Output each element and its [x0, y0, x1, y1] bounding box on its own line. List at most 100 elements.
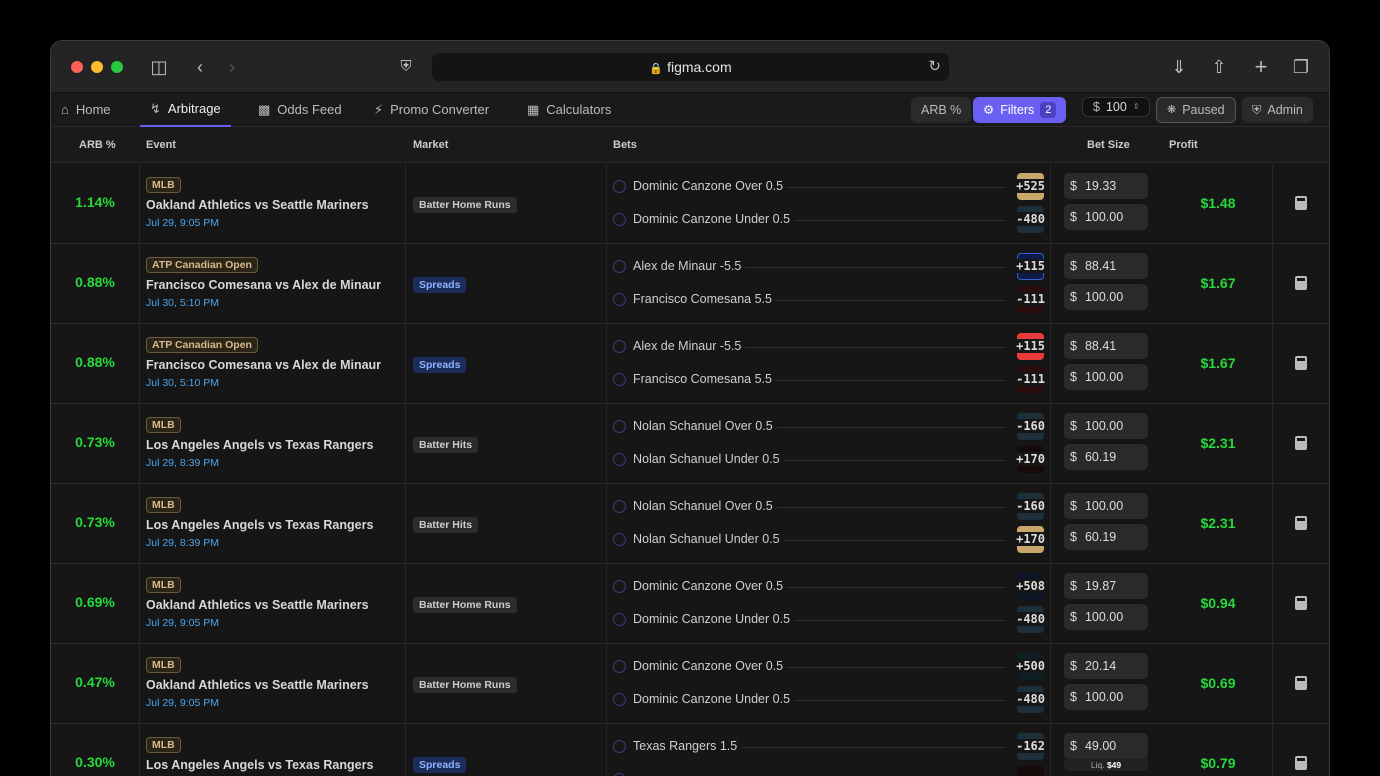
- bet-size-input[interactable]: $100.00: [1064, 204, 1148, 230]
- calculator-icon[interactable]: [1295, 596, 1307, 610]
- bet-line[interactable]: Dominic Canzone Over 0.5 +525: [613, 177, 1045, 197]
- bet-line[interactable]: Nolan Schanuel Under 0.5 +170: [613, 530, 1045, 550]
- sidebar-toggle-icon[interactable]: ◫: [149, 55, 169, 79]
- bet-size-input[interactable]: $19.87: [1064, 573, 1148, 599]
- minimize-window-button[interactable]: [91, 61, 103, 73]
- bet-select-radio[interactable]: [613, 613, 626, 626]
- bet-line[interactable]: Dominic Canzone Under 0.5 -480: [613, 610, 1045, 630]
- bet-select-radio[interactable]: [613, 420, 626, 433]
- filters-button[interactable]: ⚙ Filters 2: [973, 97, 1067, 123]
- bet-size-input[interactable]: $49.00: [1064, 733, 1148, 759]
- event-name[interactable]: Oakland Athletics vs Seattle Mariners: [146, 598, 369, 612]
- tab-odds-feed[interactable]: ▩ Odds Feed: [248, 93, 352, 127]
- event-name[interactable]: Francisco Comesana vs Alex de Minaur: [146, 278, 381, 292]
- tab-arbitrage[interactable]: ↯ Arbitrage: [140, 93, 231, 127]
- bet-select-radio[interactable]: [613, 693, 626, 706]
- calculator-icon[interactable]: [1295, 436, 1307, 450]
- event-name[interactable]: Los Angeles Angels vs Texas Rangers: [146, 438, 373, 452]
- bet-size-input[interactable]: $100.00: [1064, 284, 1148, 310]
- shield-icon[interactable]: ⛨: [397, 55, 415, 79]
- address-bar[interactable]: 🔒 figma.com ↻: [432, 53, 949, 81]
- league-badge: MLB: [146, 657, 181, 673]
- bet-line[interactable]: Nolan Schanuel Over 0.5 -160: [613, 417, 1045, 437]
- event-name[interactable]: Los Angeles Angels vs Texas Rangers: [146, 518, 373, 532]
- bet-size-input[interactable]: $60.19: [1064, 444, 1148, 470]
- calculator-icon[interactable]: [1295, 676, 1307, 690]
- bet-size-input[interactable]: $88.41: [1064, 333, 1148, 359]
- currency-symbol: $: [1070, 450, 1077, 464]
- calculator-icon[interactable]: [1295, 356, 1307, 370]
- header-profit[interactable]: Profit: [1169, 139, 1198, 151]
- bet-size-input[interactable]: $100.00: [1064, 604, 1148, 630]
- bet-size-input[interactable]: $60.19: [1064, 524, 1148, 550]
- bet-select-radio[interactable]: [613, 453, 626, 466]
- league-badge: MLB: [146, 497, 181, 513]
- sportsbook-logo-icon[interactable]: [1017, 766, 1044, 776]
- event-name[interactable]: Oakland Athletics vs Seattle Mariners: [146, 198, 369, 212]
- header-market[interactable]: Market: [413, 139, 448, 151]
- event-name[interactable]: Los Angeles Angels vs Texas Rangers: [146, 758, 373, 772]
- bet-select-radio[interactable]: [613, 260, 626, 273]
- bet-size-input[interactable]: $100.00: [1064, 684, 1148, 710]
- bet-size-input[interactable]: $19.33: [1064, 173, 1148, 199]
- bet-line[interactable]: Francisco Comesana 5.5 -111: [613, 370, 1045, 390]
- bet-select-radio[interactable]: [613, 580, 626, 593]
- event-name[interactable]: Francisco Comesana vs Alex de Minaur: [146, 358, 381, 372]
- event-name[interactable]: Oakland Athletics vs Seattle Mariners: [146, 678, 369, 692]
- bet-size-input[interactable]: $100.00: [1064, 364, 1148, 390]
- arb-sort-button[interactable]: ARB %: [911, 97, 972, 123]
- bet-line[interactable]: Dominic Canzone Over 0.5 +500: [613, 657, 1045, 677]
- bet-line[interactable]: Alex de Minaur -5.5 +115: [613, 337, 1045, 357]
- bet-select-radio[interactable]: [613, 660, 626, 673]
- back-icon[interactable]: ‹: [193, 55, 207, 79]
- bet-size-input[interactable]: $88.41: [1064, 253, 1148, 279]
- bet-odds: -162: [1012, 739, 1045, 753]
- bet-line[interactable]: Dominic Canzone Under 0.5 -480: [613, 210, 1045, 230]
- bet-select-radio[interactable]: [613, 373, 626, 386]
- bet-line[interactable]: Dominic Canzone Over 0.5 +508: [613, 577, 1045, 597]
- header-arb[interactable]: ARB %: [79, 139, 116, 151]
- calculator-icon[interactable]: [1295, 196, 1307, 210]
- bet-select-radio[interactable]: [613, 293, 626, 306]
- bet-line[interactable]: [613, 770, 1045, 776]
- stepper-icon[interactable]: ⇕: [1133, 94, 1140, 120]
- admin-button[interactable]: ⛨ Admin: [1242, 97, 1313, 123]
- tab-promo-converter[interactable]: ⚡ Promo Converter: [364, 93, 499, 127]
- bet-size-value: 19.87: [1084, 579, 1117, 593]
- bet-select-radio[interactable]: [613, 340, 626, 353]
- calculator-icon[interactable]: [1295, 516, 1307, 530]
- calculator-icon[interactable]: [1295, 276, 1307, 290]
- download-icon[interactable]: ⇓: [1169, 55, 1189, 79]
- new-tab-icon[interactable]: +: [1251, 55, 1271, 79]
- bet-select-radio[interactable]: [613, 180, 626, 193]
- header-bets[interactable]: Bets: [613, 139, 637, 151]
- bet-amount-input[interactable]: $ 100 ⇕: [1082, 97, 1150, 117]
- bet-size-input[interactable]: $20.14: [1064, 653, 1148, 679]
- header-event[interactable]: Event: [146, 139, 176, 151]
- zoom-window-button[interactable]: [111, 61, 123, 73]
- bet-line[interactable]: Nolan Schanuel Under 0.5 +170: [613, 450, 1045, 470]
- column-divider: [1050, 164, 1051, 243]
- bet-size-input[interactable]: $100.00: [1064, 413, 1148, 439]
- bet-select-radio[interactable]: [613, 213, 626, 226]
- paused-toggle[interactable]: ❋ Paused: [1156, 97, 1236, 123]
- bet-line[interactable]: Nolan Schanuel Over 0.5 -160: [613, 497, 1045, 517]
- bet-line[interactable]: Dominic Canzone Under 0.5 -480: [613, 690, 1045, 710]
- bet-odds: -160: [1012, 499, 1045, 513]
- bet-size-input[interactable]: $100.00: [1064, 493, 1148, 519]
- bet-select-radio[interactable]: [613, 740, 626, 753]
- bet-line[interactable]: Texas Rangers 1.5 -162: [613, 737, 1045, 757]
- close-window-button[interactable]: [71, 61, 83, 73]
- calculator-icon[interactable]: [1295, 756, 1307, 770]
- bet-line[interactable]: Alex de Minaur -5.5 +115: [613, 257, 1045, 277]
- tab-calculators[interactable]: ▦ Calculators: [517, 93, 621, 127]
- tab-home[interactable]: ⌂ Home: [51, 93, 121, 127]
- reload-icon[interactable]: ↻: [928, 53, 941, 81]
- share-icon[interactable]: ⇧: [1209, 55, 1229, 79]
- tabs-overview-icon[interactable]: ❐: [1291, 55, 1311, 79]
- bet-select-radio[interactable]: [613, 500, 626, 513]
- bet-line[interactable]: Francisco Comesana 5.5 -111: [613, 290, 1045, 310]
- header-bet-size[interactable]: Bet Size: [1087, 139, 1130, 151]
- bet-select-radio[interactable]: [613, 533, 626, 546]
- forward-icon[interactable]: ›: [225, 55, 239, 79]
